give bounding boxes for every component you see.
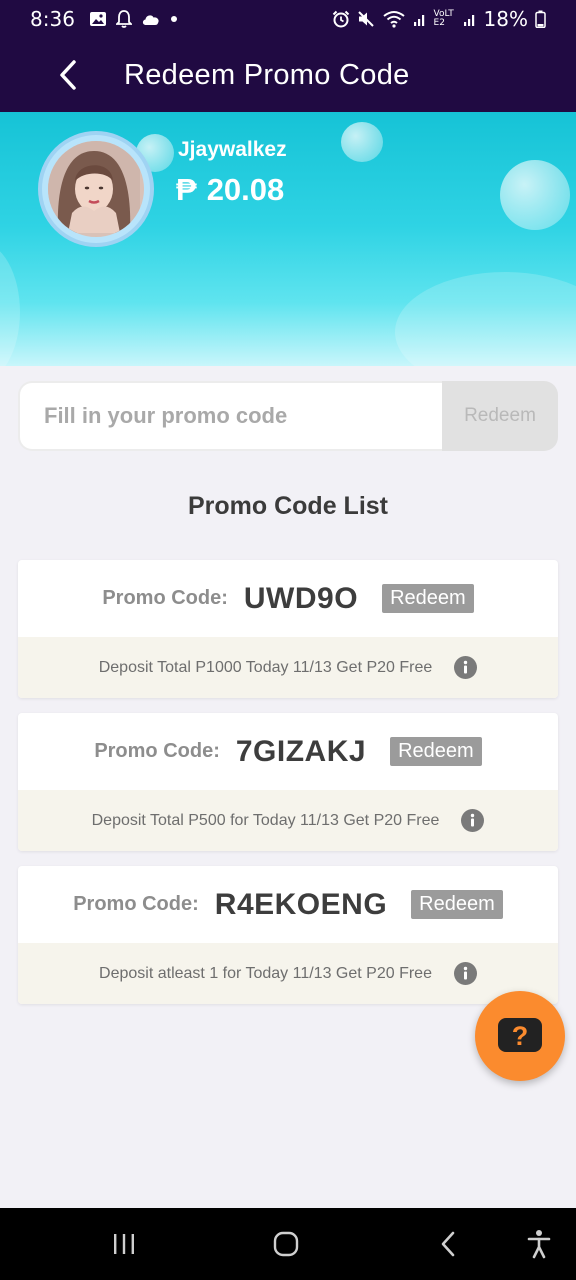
decor-bubble [500, 160, 570, 230]
dot-icon [170, 16, 177, 22]
question-icon: ? [498, 1018, 542, 1052]
image-icon [89, 12, 106, 26]
info-icon[interactable] [461, 809, 485, 832]
promo-card-header: Promo Code: UWD9O Redeem [18, 560, 558, 637]
status-time: 8:36 [30, 7, 75, 31]
promo-card-header: Promo Code: R4EKOENG Redeem [18, 866, 558, 943]
alarm-icon [332, 10, 349, 28]
avatar[interactable] [38, 131, 154, 247]
redeem-button[interactable]: Redeem [442, 381, 558, 451]
chevron-left-icon [60, 60, 76, 90]
avatar-image [48, 141, 144, 237]
info-icon[interactable] [454, 656, 478, 679]
profile-banner: Jjaywalkez ₱ 20.08 [0, 112, 576, 366]
system-nav-bar [0, 1208, 576, 1280]
promo-description: Deposit atleast 1 for Today 11/13 Get P2… [99, 964, 432, 982]
promo-card-footer: Deposit atleast 1 for Today 11/13 Get P2… [18, 943, 558, 1004]
back-icon [441, 1231, 455, 1257]
status-left-icons [89, 10, 178, 28]
promo-code-value: UWD9O [243, 581, 359, 615]
signal-icon [413, 15, 424, 26]
wifi-icon [382, 11, 405, 28]
battery-icon [535, 10, 546, 28]
home-button[interactable] [266, 1226, 306, 1262]
promo-description: Deposit Total P500 for Today 11/13 Get P… [91, 811, 440, 829]
signal-icon [463, 15, 474, 26]
decor-bubble [341, 122, 383, 162]
cloud-icon [142, 15, 159, 25]
promo-code-input[interactable] [18, 381, 442, 451]
balance-amount: 20.08 [206, 172, 285, 207]
status-right-icons: VoLTE2 18% [332, 7, 546, 31]
nav-back-button[interactable] [430, 1226, 466, 1262]
question-glyph: ? [512, 1021, 529, 1051]
username: Jjaywalkez [178, 138, 287, 161]
home-icon [273, 1231, 299, 1257]
promo-description: Deposit Total P1000 Today 11/13 Get P20 … [98, 658, 433, 676]
decor-wave [0, 242, 20, 366]
mute-icon [357, 11, 374, 27]
promo-card: Promo Code: R4EKOENG Redeem Deposit atle… [18, 866, 558, 1004]
promo-code-value: R4EKOENG [214, 887, 388, 921]
promo-redeem-button[interactable]: Redeem [390, 737, 482, 766]
status-bar: 8:36 VoLTE2 18% [0, 0, 576, 38]
promo-card: Promo Code: UWD9O Redeem Deposit Total P… [18, 560, 558, 698]
promo-redeem-button[interactable]: Redeem [382, 584, 474, 613]
promo-card: Promo Code: 7GIZAKJ Redeem Deposit Total… [18, 713, 558, 851]
promo-card-footer: Deposit Total P1000 Today 11/13 Get P20 … [18, 637, 558, 698]
back-button[interactable] [44, 51, 92, 99]
info-icon[interactable] [453, 962, 477, 985]
volte-icon: VoLTE2 [433, 9, 454, 28]
promo-code-label: Promo Code: [73, 893, 199, 915]
promo-list-title: Promo Code List [187, 492, 388, 520]
promo-code-value: 7GIZAKJ [235, 734, 367, 768]
promo-card-footer: Deposit Total P500 for Today 11/13 Get P… [18, 790, 558, 851]
promo-redeem-button[interactable]: Redeem [411, 890, 503, 919]
help-button[interactable]: ? [475, 991, 565, 1081]
accessibility-icon [527, 1230, 551, 1259]
page-title: Redeem Promo Code [124, 58, 410, 91]
promo-code-label: Promo Code: [102, 587, 228, 609]
app-header: Redeem Promo Code [0, 38, 576, 112]
recents-icon [114, 1234, 134, 1254]
promo-input-row: Redeem [18, 381, 558, 451]
decor-wave [395, 272, 576, 366]
promo-code-label: Promo Code: [94, 740, 220, 762]
promo-card-header: Promo Code: 7GIZAKJ Redeem [18, 713, 558, 790]
battery-percent: 18% [483, 7, 528, 31]
wallet-balance: ₱ 20.08 [176, 172, 284, 208]
accessibility-button[interactable] [520, 1226, 558, 1262]
recents-button[interactable] [104, 1228, 144, 1260]
bell-icon [115, 10, 132, 28]
currency-symbol: ₱ [176, 172, 197, 207]
